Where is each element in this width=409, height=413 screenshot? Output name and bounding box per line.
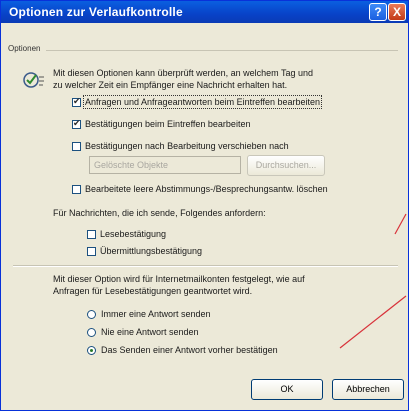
process-requests-label[interactable]: Anfragen und Anfrageantworten beim Eintr…	[83, 95, 322, 109]
never-send-label[interactable]: Nie eine Antwort senden	[101, 327, 199, 337]
title-bar[interactable]: Optionen zur Verlaufkontrolle ? X	[1, 1, 408, 23]
process-receipts-label[interactable]: Bestätigungen beim Eintreffen bearbeiten	[85, 119, 250, 129]
cancel-button[interactable]: Abbrechen	[332, 379, 404, 400]
delete-blank-label[interactable]: Bearbeitete leere Abstimmungs-/Besprechu…	[85, 184, 328, 194]
intro-line-1: Mit diesen Optionen kann überprüft werde…	[53, 68, 313, 78]
request-heading: Für Nachrichten, die ich sende, Folgende…	[53, 208, 266, 218]
process-receipts-checkbox[interactable]	[72, 118, 81, 129]
check-gear-icon	[22, 69, 46, 91]
ok-button[interactable]: OK	[251, 379, 323, 400]
section-divider	[13, 265, 398, 267]
always-send-label[interactable]: Immer eine Antwort senden	[101, 309, 211, 319]
options-group-label: Optionen	[8, 44, 41, 53]
ask-before-send-label[interactable]: Das Senden einer Antwort vorher bestätig…	[101, 345, 278, 355]
target-folder-field: Gelöschte Objekte	[89, 156, 241, 174]
browse-button: Durchsuchen...	[247, 155, 325, 176]
move-receipts-label[interactable]: Bestätigungen nach Bearbeitung verschieb…	[85, 141, 289, 151]
response-line-2: Anfragen für Lesebestätigungen geantwort…	[53, 286, 253, 296]
help-button[interactable]: ?	[369, 3, 387, 21]
process-requests-checkbox[interactable]	[72, 96, 81, 107]
always-send-radio[interactable]	[87, 310, 96, 319]
never-send-radio[interactable]	[87, 328, 96, 337]
delivery-receipt-label[interactable]: Übermittlungsbestätigung	[100, 246, 202, 256]
ask-before-send-radio[interactable]	[87, 346, 96, 355]
intro-line-2: zu welcher Zeit ein Empfänger eine Nachr…	[53, 80, 288, 90]
delivery-receipt-checkbox[interactable]	[87, 247, 96, 256]
move-receipts-checkbox[interactable]	[72, 142, 81, 151]
group-divider	[46, 50, 398, 51]
window-title: Optionen zur Verlaufkontrolle	[9, 5, 183, 19]
read-receipt-checkbox[interactable]	[87, 230, 96, 239]
response-line-1: Mit dieser Option wird für Internetmailk…	[53, 274, 305, 284]
close-button[interactable]: X	[388, 3, 406, 21]
delete-blank-checkbox[interactable]	[72, 185, 81, 194]
tracking-options-dialog: Optionen zur Verlaufkontrolle ? X Option…	[0, 0, 409, 411]
read-receipt-label[interactable]: Lesebestätigung	[100, 229, 166, 239]
